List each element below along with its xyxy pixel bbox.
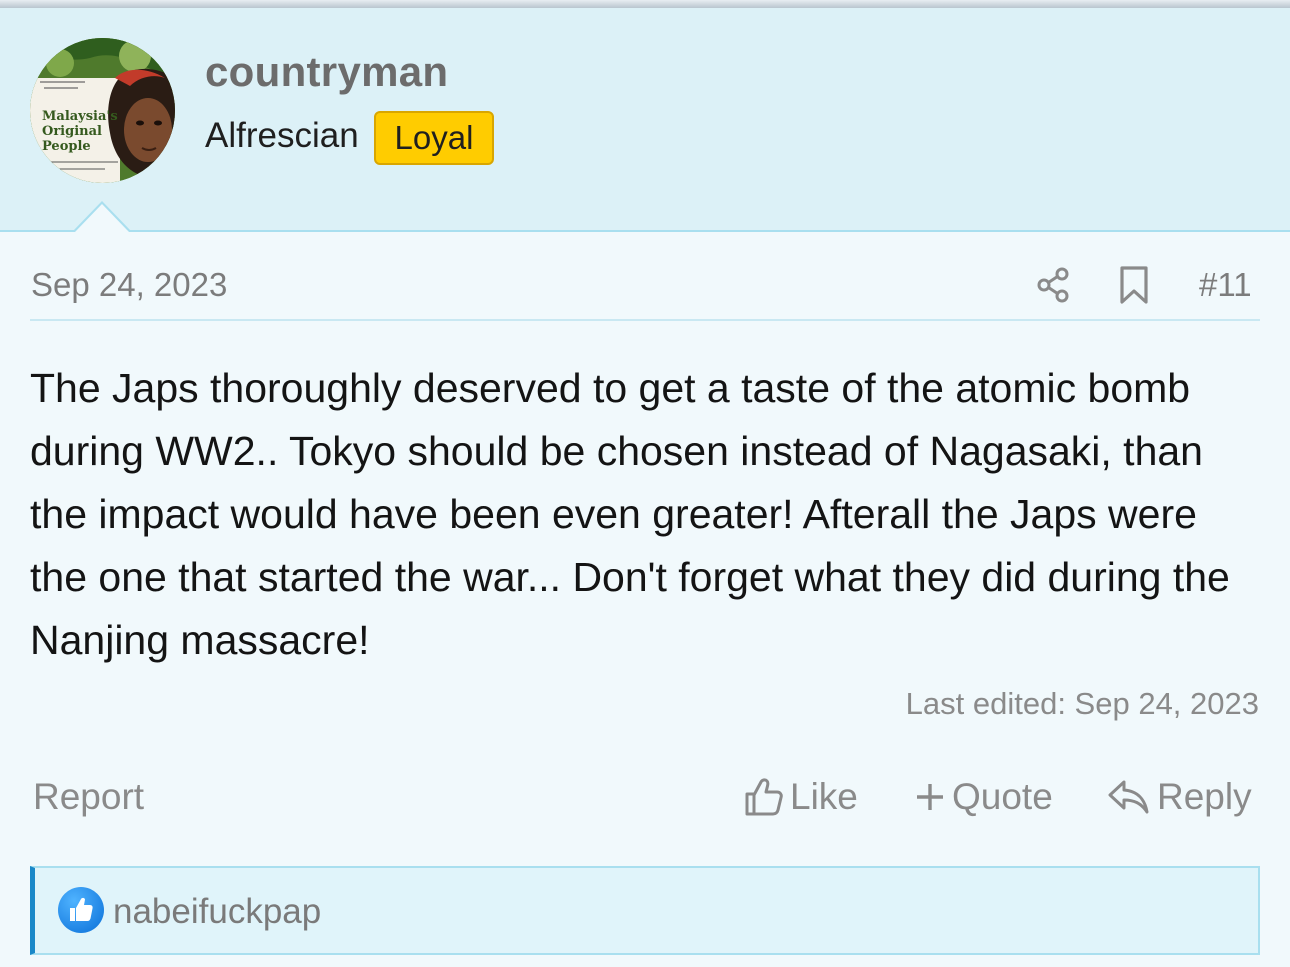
avatar-image: Malaysia's Original People bbox=[30, 38, 175, 183]
post-number-link[interactable]: #11 bbox=[1199, 266, 1252, 304]
reply-arrow-icon bbox=[1108, 780, 1149, 814]
last-edited: Last edited: Sep 24, 2023 bbox=[905, 686, 1259, 721]
report-label: Report bbox=[33, 776, 145, 817]
post-body: The Japs thoroughly deserved to get a ta… bbox=[30, 365, 1230, 663]
like-reaction-icon bbox=[58, 887, 104, 933]
share-icon[interactable] bbox=[1035, 266, 1073, 304]
plus-icon bbox=[917, 784, 943, 810]
like-button[interactable]: Like bbox=[744, 776, 858, 818]
avatar-text-line3: People bbox=[42, 139, 91, 154]
quote-button[interactable]: Quote bbox=[914, 776, 1053, 818]
top-shadow bbox=[0, 0, 1290, 8]
user-title: Alfrescian bbox=[205, 116, 359, 155]
reaction-user-link[interactable]: nabeifuckpap bbox=[113, 892, 321, 932]
post-header-divider bbox=[30, 319, 1260, 321]
avatar[interactable]: Malaysia's Original People bbox=[30, 38, 175, 183]
bookmark-icon[interactable] bbox=[1117, 265, 1151, 305]
post-date[interactable]: Sep 24, 2023 bbox=[31, 266, 227, 304]
thumbs-up-icon bbox=[745, 778, 783, 816]
username[interactable]: countryman bbox=[205, 48, 448, 96]
message-user-bar: Malaysia's Original People countryman Al… bbox=[0, 8, 1290, 232]
user-badge: Loyal bbox=[374, 111, 494, 165]
reply-label: Reply bbox=[1157, 776, 1252, 817]
like-label: Like bbox=[790, 776, 858, 817]
reply-button[interactable]: Reply bbox=[1107, 776, 1252, 818]
report-button[interactable]: Report bbox=[33, 776, 144, 818]
reactions-bar[interactable]: nabeifuckpap bbox=[30, 866, 1260, 955]
userbar-pointer-inner bbox=[75, 204, 129, 232]
quote-label: Quote bbox=[952, 776, 1053, 817]
avatar-text-line1: Malaysia's bbox=[42, 109, 118, 124]
avatar-text-line2: Original bbox=[42, 124, 102, 139]
